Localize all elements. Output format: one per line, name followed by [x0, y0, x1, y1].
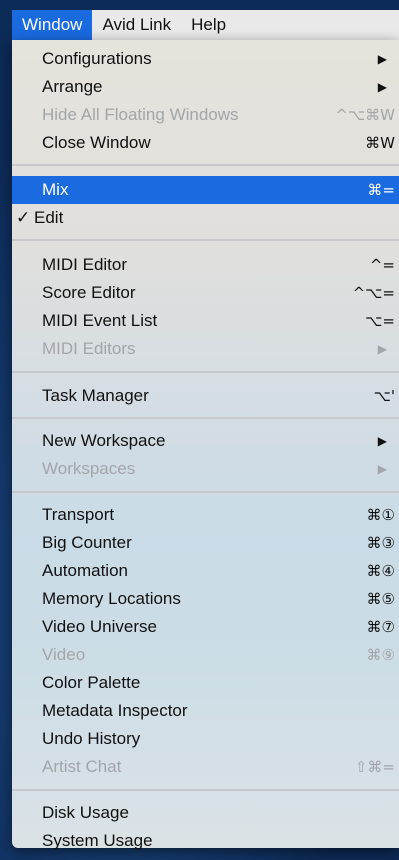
menu-separator: [12, 164, 399, 166]
menu-item-hide-all-floating-windows: Hide All Floating Windows ^⌥⌘W: [12, 101, 399, 129]
menu-item-label: Transport: [42, 505, 115, 524]
menu-item-label: Workspaces: [42, 459, 136, 478]
menu-item-label: Undo History: [42, 729, 141, 748]
menu-item-shortcut: ^⌥⌘W: [335, 106, 395, 124]
menu-item-label: Color Palette: [42, 673, 141, 692]
menu-item-shortcut: ⌘⑦: [366, 618, 395, 636]
menu-item-score-editor[interactable]: Score Editor ^⌥=: [12, 279, 399, 307]
submenu-arrow-icon: ▶: [377, 342, 387, 356]
menu-item-arrange[interactable]: Arrange ▶: [12, 73, 399, 101]
menu-item-big-counter[interactable]: Big Counter ⌘③: [12, 529, 399, 557]
menubar-window[interactable]: Window: [12, 10, 93, 40]
menu-item-label: Hide All Floating Windows: [42, 105, 239, 124]
menu-item-disk-usage[interactable]: Disk Usage: [12, 799, 399, 827]
menu-separator: [12, 417, 399, 419]
submenu-arrow-icon: ▶: [377, 52, 387, 66]
window-menu-dropdown: Configurations ▶ Arrange ▶ Hide All Floa…: [12, 40, 399, 850]
menu-item-shortcut: ^⌥=: [352, 284, 395, 302]
menu-item-label: Video: [42, 645, 86, 664]
menu-item-shortcut: ⌥': [373, 387, 395, 405]
menu-item-label: Score Editor: [42, 283, 136, 302]
menu-item-edit[interactable]: ✓ Edit: [12, 204, 399, 232]
menu-item-task-manager[interactable]: Task Manager ⌥': [12, 382, 399, 410]
menu-item-label: Disk Usage: [42, 803, 129, 822]
menu-separator: [12, 239, 399, 241]
menu-item-transport[interactable]: Transport ⌘①: [12, 501, 399, 529]
menu-item-label: Mix: [42, 180, 69, 199]
menu-item-label: System Usage: [42, 831, 153, 850]
menu-separator: [12, 491, 399, 493]
menu-item-close-window[interactable]: Close Window ⌘W: [12, 129, 399, 157]
menu-item-workspaces: Workspaces ▶: [12, 455, 399, 483]
menu-item-label: New Workspace: [42, 431, 166, 450]
menu-item-undo-history[interactable]: Undo History: [12, 725, 399, 753]
menu-item-memory-locations[interactable]: Memory Locations ⌘⑤: [12, 585, 399, 613]
menu-item-label: Arrange: [42, 77, 103, 96]
menu-item-video: Video ⌘⑨: [12, 641, 399, 669]
menu-item-label: Metadata Inspector: [42, 701, 188, 720]
menu-item-shortcut: ^=: [369, 256, 395, 274]
menu-item-label: Configurations: [42, 49, 152, 68]
menu-item-label: MIDI Event List: [42, 311, 158, 330]
menu-item-shortcut: ⌘⑨: [366, 646, 395, 664]
menubar-avid-link[interactable]: Avid Link: [92, 10, 181, 40]
menu-item-automation[interactable]: Automation ⌘④: [12, 557, 399, 585]
menu-item-label: Edit: [34, 208, 64, 227]
menu-item-label: Artist Chat: [42, 757, 122, 776]
menu-item-label: Task Manager: [42, 386, 149, 405]
menu-item-mix[interactable]: Mix ⌘=: [12, 176, 399, 204]
menu-item-shortcut: ⌘⑤: [366, 590, 395, 608]
menu-item-label: Video Universe: [42, 617, 157, 636]
checkmark-icon: ✓: [16, 208, 31, 227]
menu-item-color-palette[interactable]: Color Palette: [12, 669, 399, 697]
menu-item-artist-chat: Artist Chat ⇧⌘=: [12, 753, 399, 781]
menu-item-midi-event-list[interactable]: MIDI Event List ⌥=: [12, 307, 399, 335]
menu-item-midi-editors: MIDI Editors ▶: [12, 335, 399, 363]
menu-item-system-usage[interactable]: System Usage: [12, 827, 399, 855]
menu-item-video-universe[interactable]: Video Universe ⌘⑦: [12, 613, 399, 641]
menu-item-shortcut: ⌘①: [366, 506, 395, 524]
menu-item-shortcut: ⇧⌘=: [354, 758, 395, 776]
submenu-arrow-icon: ▶: [377, 434, 387, 448]
menu-item-label: Memory Locations: [42, 589, 181, 608]
menu-separator: [12, 371, 399, 373]
menu-item-label: Big Counter: [42, 533, 132, 552]
menu-item-label: MIDI Editor: [42, 255, 128, 274]
menu-item-shortcut: ⌘④: [366, 562, 395, 580]
menu-bar: Window Avid Link Help: [12, 10, 399, 40]
menu-item-label: MIDI Editors: [42, 339, 136, 358]
menubar-help[interactable]: Help: [181, 10, 236, 40]
menu-item-shortcut: ⌘=: [367, 181, 395, 199]
menu-item-configurations[interactable]: Configurations ▶: [12, 45, 399, 73]
submenu-arrow-icon: ▶: [377, 462, 387, 476]
menu-item-new-workspace[interactable]: New Workspace ▶: [12, 427, 399, 455]
menu-item-label: Automation: [42, 561, 128, 580]
menu-item-shortcut: ⌥=: [365, 312, 395, 330]
menu-item-label: Close Window: [42, 133, 151, 152]
submenu-arrow-icon: ▶: [377, 80, 387, 94]
menu-item-shortcut: ⌘③: [366, 534, 395, 552]
menu-item-shortcut: ⌘W: [365, 134, 395, 152]
menu-separator: [12, 789, 399, 791]
menu-item-metadata-inspector[interactable]: Metadata Inspector: [12, 697, 399, 725]
menu-item-midi-editor[interactable]: MIDI Editor ^=: [12, 251, 399, 279]
